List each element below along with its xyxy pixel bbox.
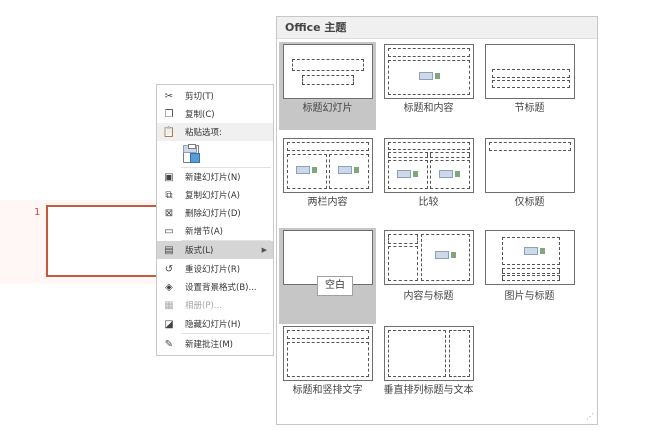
layout-thumbnail — [283, 326, 373, 381]
menu-item-layout[interactable]: ▤ 版式(L) ▶ — [157, 241, 273, 259]
slide-thumbnail[interactable] — [46, 205, 174, 277]
hide-slide-icon: ◪ — [164, 318, 174, 330]
menu-item-reset-slide[interactable]: ↺ 重设幻灯片(R) — [157, 260, 273, 278]
layout-tooltip: 空白 — [317, 276, 353, 296]
photo-album-icon: ▦ — [164, 299, 174, 311]
layout-title-and-content[interactable]: 标题和内容 — [380, 42, 477, 130]
layout-title-and-vertical-text[interactable]: 标题和竖排文字 — [279, 324, 376, 412]
gallery-title: Office 主题 — [277, 17, 597, 39]
layout-thumbnail — [384, 44, 474, 99]
layout-thumbnail — [384, 326, 474, 381]
layout-blank[interactable]: 空白 — [279, 228, 376, 324]
delete-slide-icon: ⊠ — [164, 207, 174, 219]
layout-comparison[interactable]: 比较 — [380, 136, 477, 224]
layout-thumbnail — [283, 44, 373, 99]
menu-item-copy[interactable]: ❐ 复制(C) — [157, 105, 273, 123]
paste-icon: 📋 — [162, 126, 176, 138]
layout-title-only[interactable]: 仅标题 — [481, 136, 578, 224]
paste-picture-icon[interactable] — [183, 144, 200, 163]
menu-item-paste-options: 📋 粘贴选项: — [157, 123, 273, 141]
new-comment-icon: ✎ — [164, 338, 174, 350]
menu-item-new-slide[interactable]: ▣ 新建幻灯片(N) — [157, 168, 273, 186]
new-slide-icon: ▣ — [164, 171, 174, 183]
scissors-icon: ✂ — [164, 90, 174, 102]
resize-grip-icon[interactable]: ⋰ — [586, 412, 594, 421]
layout-icon: ▤ — [164, 244, 174, 256]
layout-title-slide[interactable]: 标题幻灯片 — [279, 42, 376, 130]
menu-item-cut[interactable]: ✂ 剪切(T) — [157, 87, 273, 105]
menu-item-delete-slide[interactable]: ⊠ 删除幻灯片(D) — [157, 204, 273, 222]
context-menu: ✂ 剪切(T) ❐ 复制(C) 📋 粘贴选项: ▣ 新建幻灯片(N) ⧉ 复制幻… — [156, 84, 274, 356]
layout-gallery: Office 主题 标题幻灯片 标题和内容 节标题 两栏内容 比较 仅标题 空白… — [276, 16, 598, 425]
menu-separator — [181, 333, 271, 334]
layout-thumbnail — [485, 230, 575, 285]
layout-two-content[interactable]: 两栏内容 — [279, 136, 376, 224]
reset-slide-icon: ↺ — [164, 263, 174, 275]
submenu-arrow-icon: ▶ — [261, 246, 267, 254]
menu-item-photo-album: ▦ 相册(P)... — [164, 299, 222, 312]
menu-item-duplicate-slide[interactable]: ⧉ 复制幻灯片(A) — [157, 186, 273, 204]
layout-section-header[interactable]: 节标题 — [481, 42, 578, 130]
layout-thumbnail — [384, 138, 474, 193]
layout-thumbnail — [384, 230, 474, 285]
menu-item-new-comment[interactable]: ✎ 新建批注(M) — [157, 335, 273, 353]
copy-icon: ❐ — [164, 108, 174, 120]
menu-item-add-section[interactable]: ▭ 新增节(A) — [157, 222, 273, 240]
layout-thumbnail — [485, 138, 575, 193]
layout-picture-with-caption[interactable]: 图片与标题 — [481, 228, 578, 316]
paste-options-row — [183, 144, 200, 165]
layout-thumbnail — [485, 44, 575, 99]
menu-item-format-background[interactable]: ◈ 设置背景格式(B)... — [157, 278, 273, 296]
layout-thumbnail — [283, 138, 373, 193]
add-section-icon: ▭ — [164, 225, 174, 237]
menu-item-hide-slide[interactable]: ◪ 隐藏幻灯片(H) — [157, 315, 273, 333]
slide-number: 1 — [34, 207, 41, 218]
format-background-icon: ◈ — [165, 281, 173, 293]
layout-vertical-title-and-text[interactable]: 垂直排列标题与文本 — [380, 324, 477, 424]
layout-content-with-caption[interactable]: 内容与标题 — [380, 228, 477, 316]
duplicate-slide-icon: ⧉ — [165, 189, 173, 201]
